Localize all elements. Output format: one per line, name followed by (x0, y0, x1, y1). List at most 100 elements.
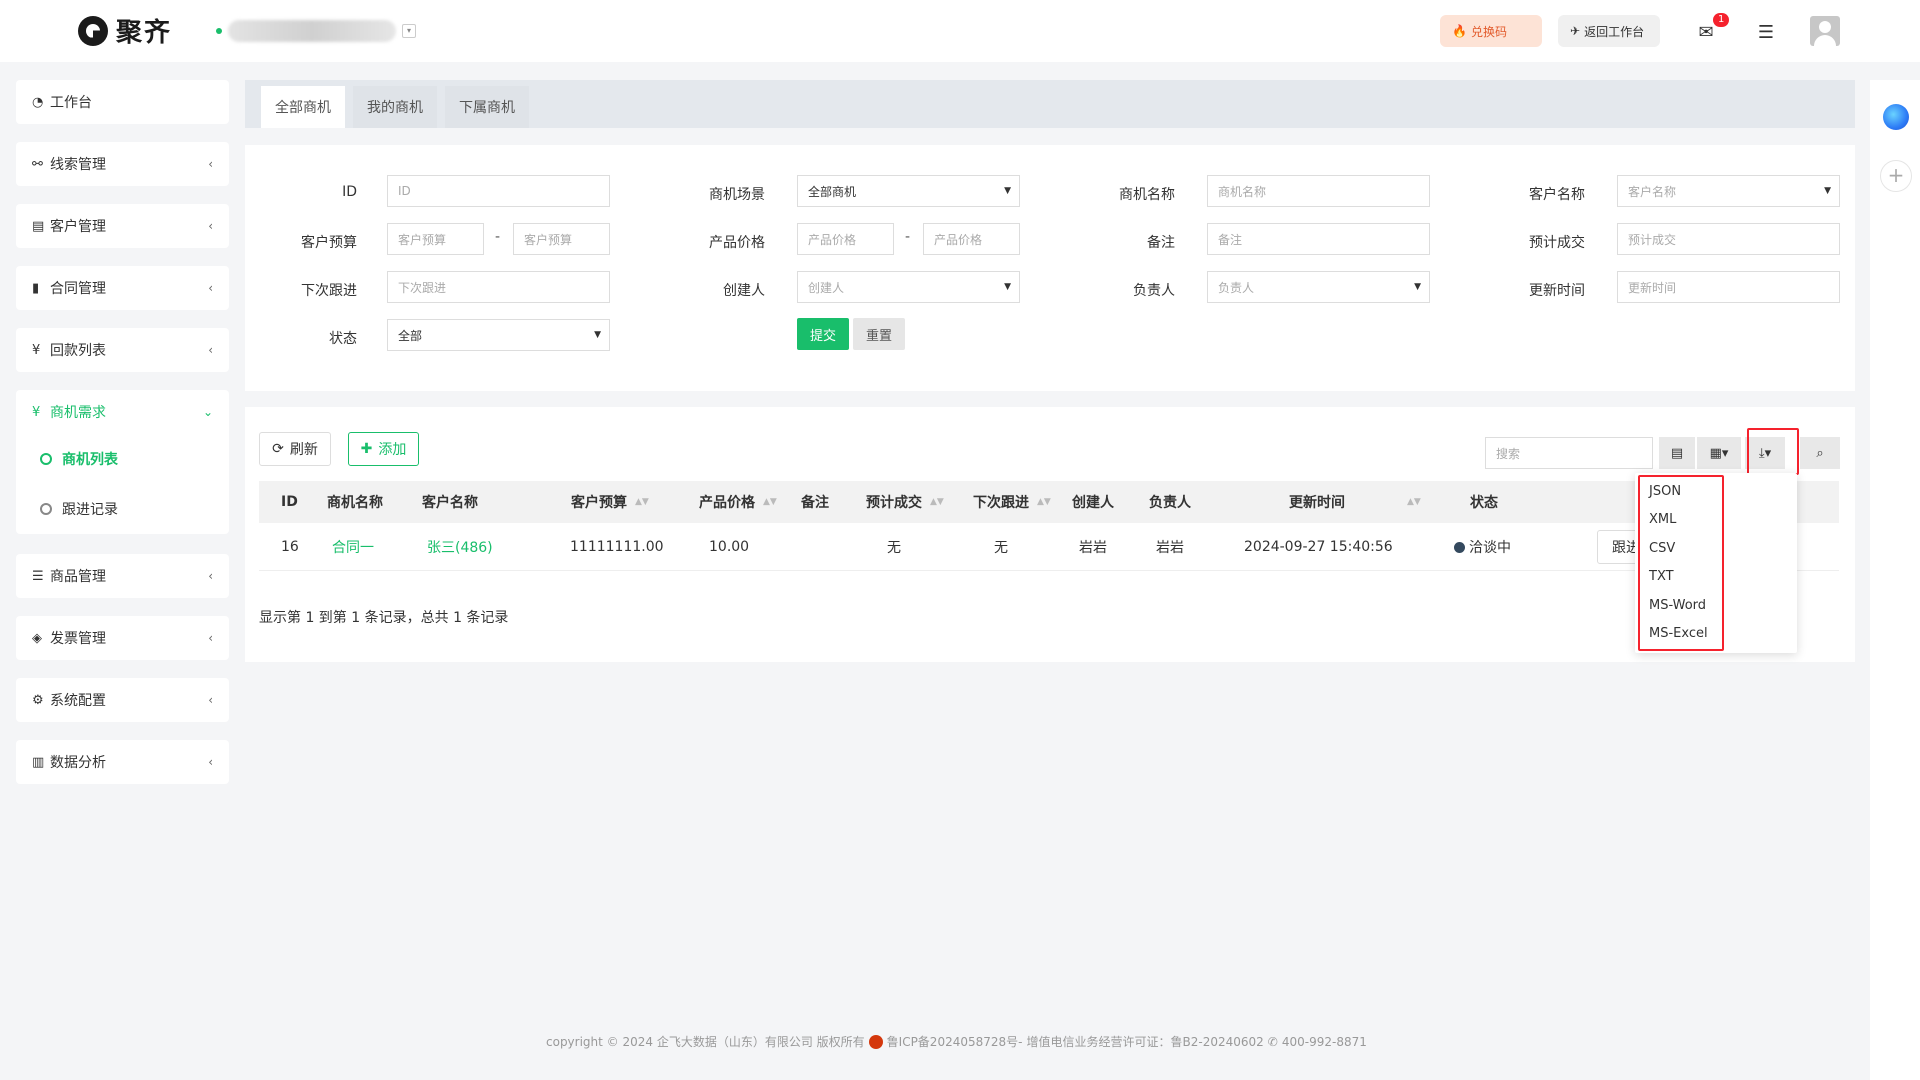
th-status[interactable]: 状态 (1470, 481, 1498, 523)
avatar[interactable] (1810, 16, 1840, 46)
opportunity-name-field[interactable]: 商机名称 (1207, 175, 1430, 207)
tab-subordinate-opportunities[interactable]: 下属商机 (445, 86, 529, 128)
sidebar-item-workbench[interactable]: ◔ 工作台 (16, 80, 229, 124)
th-budget[interactable]: 客户预算 ▲▼ (571, 481, 649, 523)
th-updated[interactable]: 更新时间 ▲▼ (1289, 481, 1421, 523)
sidebar-item-customers[interactable]: ▤ 客户管理 ‹ (16, 204, 229, 248)
creator-select[interactable]: 创建人 ▼ (797, 271, 1020, 303)
next-followup-field[interactable]: 下次跟进 (387, 271, 610, 303)
sidebar-item-label: 发票管理 (50, 631, 106, 647)
plus-icon[interactable]: + (1880, 160, 1912, 192)
sidebar-subitem-label: 跟进记录 (62, 502, 118, 518)
sidebar-item-analytics[interactable]: ▥ 数据分析 ‹ (16, 740, 229, 784)
toggle-view-button[interactable]: ▤ (1659, 437, 1695, 469)
add-button[interactable]: ✚ 添加 (348, 432, 419, 466)
mail-badge: 1 (1713, 13, 1730, 27)
remark-field[interactable]: 备注 (1207, 223, 1430, 255)
price-max-field[interactable]: 产品价格 (923, 223, 1020, 255)
budget-max-field[interactable]: 客户预算 (513, 223, 610, 255)
th-owner[interactable]: 负责人 (1149, 481, 1191, 523)
owner-select[interactable]: 负责人 ▼ (1207, 271, 1430, 303)
label-name: 商机名称 (1119, 187, 1175, 203)
customer-name-select[interactable]: 客户名称 ▼ (1617, 175, 1840, 207)
sidebar-item-payments[interactable]: ¥ 回款列表 ‹ (16, 328, 229, 372)
price-min-field[interactable]: 产品价格 (797, 223, 894, 255)
export-dropdown-menu: JSON XML CSV TXT MS-Word MS-Excel (1635, 473, 1797, 653)
top-header: 聚齐 ▾ 🔥 兑换码 ✈ 返回工作台 ✉ 1 ☰ (0, 0, 1920, 62)
online-dot-icon (216, 28, 222, 34)
customer-placeholder: 客户名称 (1628, 184, 1677, 199)
logo[interactable]: 聚齐 (78, 12, 172, 49)
th-price[interactable]: 产品价格 ▲▼ (699, 481, 777, 523)
circle-icon (40, 453, 52, 465)
tab-all-opportunities[interactable]: 全部商机 (261, 86, 345, 128)
bar-chart-icon: ▥ (32, 754, 45, 770)
gears-icon: ⚙ (32, 692, 44, 708)
reset-button[interactable]: 重置 (853, 318, 905, 350)
th-label: 更新时间 (1289, 495, 1345, 511)
export-option-csv[interactable]: CSV (1649, 538, 1675, 560)
export-option-excel[interactable]: MS-Excel (1649, 623, 1708, 645)
sidebar-item-label: 回款列表 (50, 343, 106, 359)
th-deal[interactable]: 预计成交 ▲▼ (866, 481, 944, 523)
caret-down-icon[interactable]: ▾ (402, 24, 416, 38)
redeem-code-button[interactable]: 🔥 兑换码 (1440, 15, 1542, 47)
th-label: 产品价格 (699, 495, 755, 511)
back-to-workbench-button[interactable]: ✈ 返回工作台 (1558, 15, 1660, 47)
sidebar-item-contracts[interactable]: ▮ 合同管理 ‹ (16, 266, 229, 310)
sidebar-item-leads[interactable]: ⚯ 线索管理 ‹ (16, 142, 229, 186)
updated-time-field[interactable]: 更新时间 (1617, 271, 1840, 303)
refresh-icon: ⟳ (272, 441, 284, 457)
org-switcher[interactable]: ▾ (216, 20, 416, 42)
sidebar-group-opportunities: ¥ 商机需求 ⌄ 商机列表 跟进记录 (16, 390, 229, 534)
sidebar-subitem-opportunity-list[interactable]: 商机列表 (16, 434, 229, 484)
footer-license: 增值电信业务经营许可证：鲁B2-20240602 (1026, 1035, 1264, 1049)
hamburger-menu-icon[interactable]: ☰ (1752, 18, 1780, 46)
export-option-word[interactable]: MS-Word (1649, 595, 1706, 617)
sidebar-item-products[interactable]: ☰ 商品管理 ‹ (16, 554, 229, 598)
label-creator: 创建人 (723, 283, 765, 299)
cell-customer-link[interactable]: 张三(486) (427, 523, 493, 571)
advanced-search-button[interactable]: ⌕ (1800, 437, 1840, 469)
table-search-input[interactable]: 搜索 (1485, 437, 1653, 469)
th-creator[interactable]: 创建人 (1072, 481, 1114, 523)
link-icon: ⚯ (32, 156, 43, 172)
th-remark[interactable]: 备注 (801, 481, 829, 523)
cell-id: 16 (281, 539, 299, 555)
chevron-left-icon: ‹ (208, 219, 213, 233)
sidebar-subitem-followups[interactable]: 跟进记录 (16, 484, 229, 534)
th-id[interactable]: ID (281, 481, 298, 523)
label-deal: 预计成交 (1529, 235, 1585, 251)
sidebar-item-opportunities[interactable]: ¥ 商机需求 ⌄ (16, 390, 229, 434)
export-option-txt[interactable]: TXT (1649, 566, 1674, 588)
th-label: 状态 (1470, 495, 1498, 511)
th-label: 商机名称 (327, 495, 383, 511)
sidebar-item-settings[interactable]: ⚙ 系统配置 ‹ (16, 678, 229, 722)
export-option-json[interactable]: JSON (1649, 481, 1681, 503)
export-option-xml[interactable]: XML (1649, 509, 1676, 531)
id-field[interactable]: ID (387, 175, 610, 207)
th-customer[interactable]: 客户名称 (422, 481, 478, 523)
cell-deal: 无 (887, 540, 901, 556)
phone-icon: ✆ (1267, 1034, 1278, 1049)
chat-bubble-icon[interactable] (1883, 104, 1909, 130)
columns-button[interactable]: ▦▾ (1697, 437, 1741, 469)
footer-icp-link[interactable]: 鲁ICP备2024058728号- (887, 1033, 1023, 1050)
sidebar-item-invoices[interactable]: ◈ 发票管理 ‹ (16, 616, 229, 660)
chevron-left-icon: ‹ (208, 755, 213, 769)
tag-icon: ◈ (32, 630, 42, 646)
sidebar-item-label: 商机需求 (50, 405, 106, 421)
th-name[interactable]: 商机名称 (327, 481, 383, 523)
cell-name-link[interactable]: 合同一 (332, 523, 374, 571)
budget-min-field[interactable]: 客户预算 (387, 223, 484, 255)
th-next[interactable]: 下次跟进 ▲▼ (973, 481, 1051, 523)
status-select[interactable]: 全部 ▼ (387, 319, 610, 351)
tab-my-opportunities[interactable]: 我的商机 (353, 86, 437, 128)
expected-deal-field[interactable]: 预计成交 (1617, 223, 1840, 255)
refresh-button[interactable]: ⟳ 刷新 (259, 432, 331, 466)
chevron-left-icon: ‹ (208, 281, 213, 295)
submit-button[interactable]: 提交 (797, 318, 849, 350)
scene-select[interactable]: 全部商机 ▼ (797, 175, 1020, 207)
chevron-left-icon: ‹ (208, 569, 213, 583)
table-header: ID 商机名称 客户名称 客户预算 ▲▼ 产品价格 ▲▼ 备注 预计成交 ▲▼ 下次跟… (259, 481, 1839, 523)
